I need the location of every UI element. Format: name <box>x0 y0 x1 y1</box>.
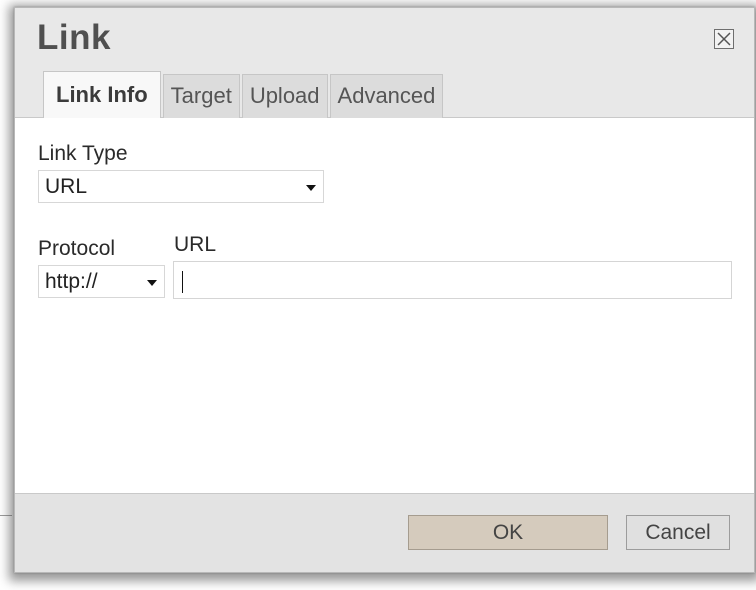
url-label: URL <box>174 233 217 256</box>
protocol-select[interactable]: http:// <box>38 265 165 298</box>
dropdown-arrow-icon <box>306 185 316 191</box>
url-input[interactable] <box>173 261 732 299</box>
cancel-button[interactable]: Cancel <box>626 515 730 550</box>
close-button[interactable] <box>714 29 734 49</box>
tab-advanced[interactable]: Advanced <box>329 74 444 118</box>
dialog-footer: OK Cancel <box>15 493 754 572</box>
background-line <box>0 515 12 516</box>
link-dialog: Link Link Info Target Upload Advanced Li… <box>14 7 755 573</box>
page: Link Link Info Target Upload Advanced Li… <box>0 0 756 590</box>
protocol-label: Protocol <box>38 237 116 260</box>
dropdown-arrow-icon <box>147 280 157 286</box>
tab-content-link-info: Link Type URL Protocol URL http:// <box>15 118 754 493</box>
tab-upload[interactable]: Upload <box>241 74 328 118</box>
link-type-label: Link Type <box>38 142 128 165</box>
dialog-title: Link <box>37 18 111 57</box>
protocol-value: http:// <box>45 270 98 293</box>
link-type-value: URL <box>45 175 88 198</box>
close-x-icon <box>717 32 731 46</box>
ok-button[interactable]: OK <box>408 515 608 550</box>
link-type-select[interactable]: URL <box>38 170 324 203</box>
tab-bar: Link Info Target Upload Advanced <box>43 71 445 118</box>
text-caret <box>182 271 183 293</box>
tab-link-info[interactable]: Link Info <box>43 71 161 118</box>
dialog-titlebar[interactable]: Link Link Info Target Upload Advanced <box>15 8 754 118</box>
tab-target[interactable]: Target <box>162 74 240 118</box>
